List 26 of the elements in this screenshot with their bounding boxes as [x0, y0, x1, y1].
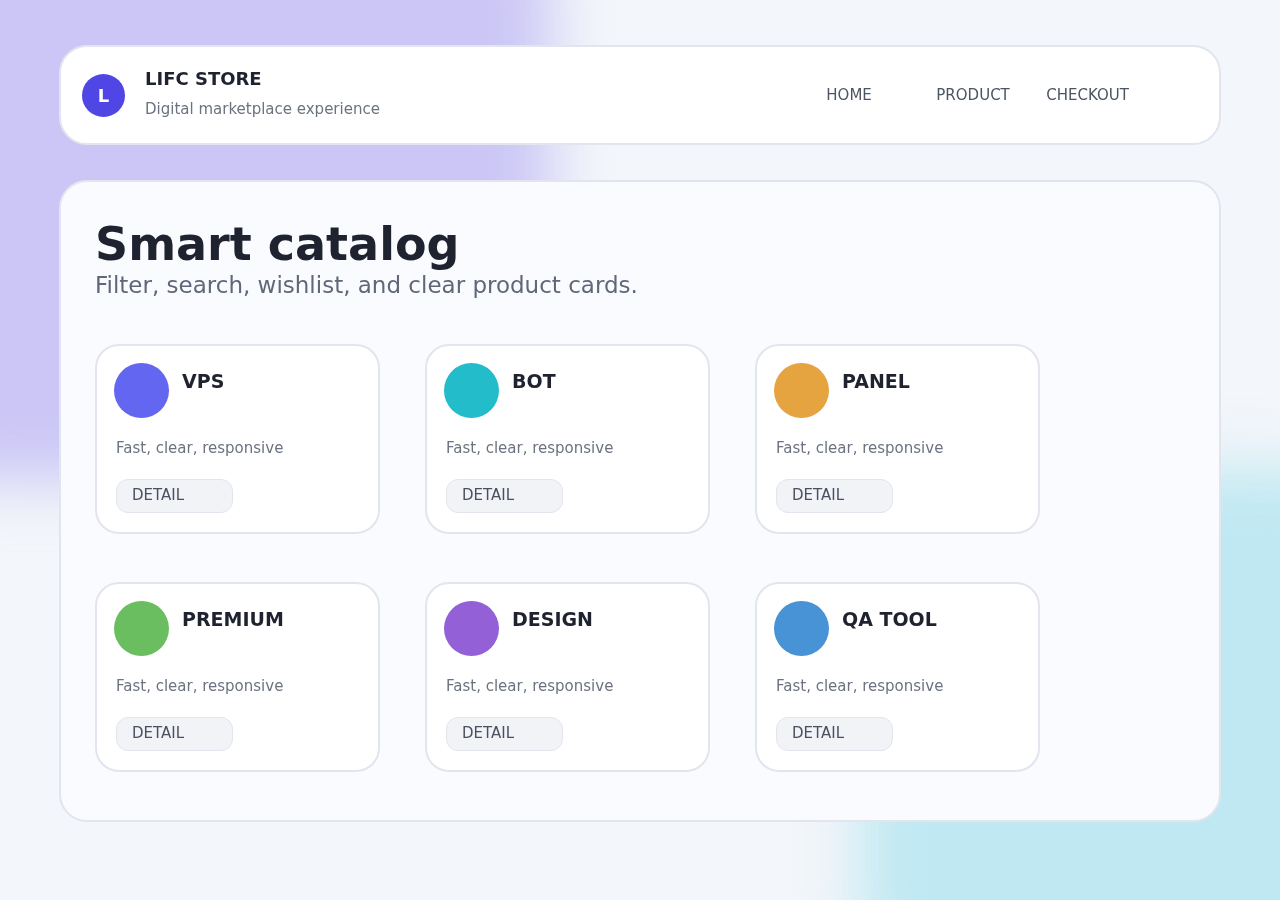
product-name: DESIGN	[512, 607, 593, 632]
product-name: PANEL	[842, 369, 910, 394]
product-description: Fast, clear, responsive	[446, 438, 615, 459]
product-name: VPS	[182, 369, 225, 394]
logo-badge: L	[82, 73, 125, 117]
detail-button[interactable]: DETAIL	[116, 478, 233, 513]
store-title: LIFC STORE	[145, 67, 263, 92]
product-description: Fast, clear, responsive	[776, 438, 945, 459]
product-name: BOT	[512, 369, 556, 394]
product-name: PREMIUM	[182, 607, 284, 632]
product-name: QA TOOL	[842, 607, 937, 632]
product-description: Fast, clear, responsive	[776, 676, 945, 697]
nav-link[interactable]: PRODUCT	[936, 83, 1047, 107]
catalog-subtitle: Filter, search, wishlist, and clear product cards.	[95, 271, 639, 300]
detail-button[interactable]: DETAIL	[116, 716, 233, 751]
detail-button[interactable]: DETAIL	[446, 478, 563, 513]
product-description: Fast, clear, responsive	[446, 676, 615, 697]
catalog-title: Smart catalog	[95, 218, 461, 270]
detail-button[interactable]: DETAIL	[776, 716, 893, 751]
detail-button[interactable]: DETAIL	[776, 478, 893, 513]
nav-link[interactable]: HOME	[826, 83, 937, 107]
store-subtitle: Digital marketplace experience	[145, 99, 380, 121]
nav-link[interactable]: CHECKOUT	[1046, 83, 1129, 107]
product-description: Fast, clear, responsive	[116, 676, 285, 697]
product-description: Fast, clear, responsive	[116, 438, 285, 459]
detail-button[interactable]: DETAIL	[446, 716, 563, 751]
